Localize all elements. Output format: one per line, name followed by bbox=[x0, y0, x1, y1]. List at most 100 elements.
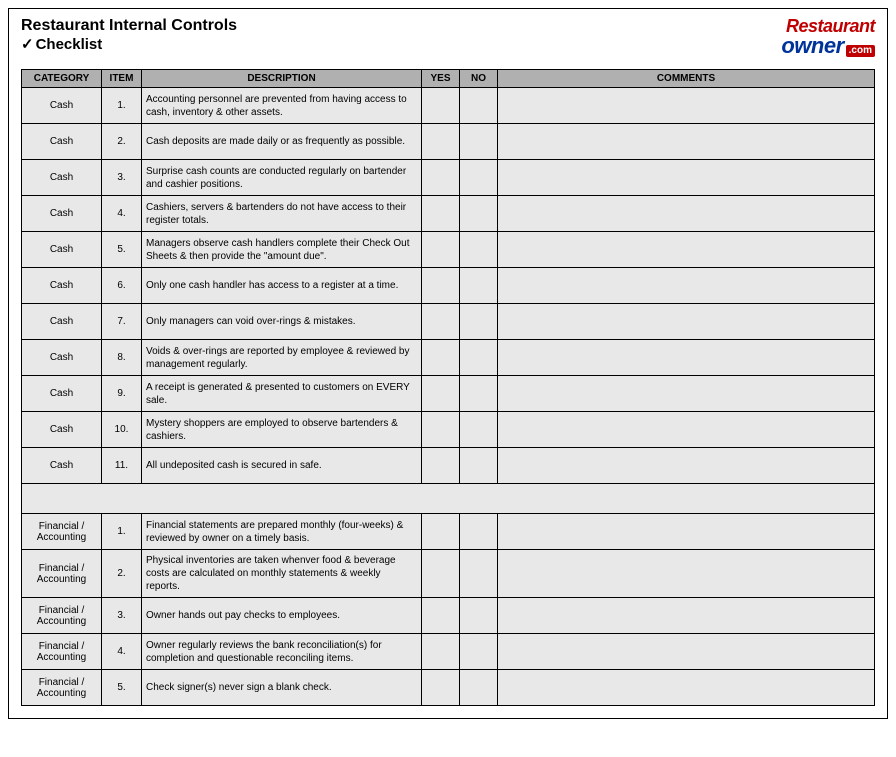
cell-yes[interactable] bbox=[422, 670, 460, 706]
checklist-table: CATEGORY ITEM DESCRIPTION YES NO COMMENT… bbox=[21, 69, 875, 706]
page-border: Restaurant Internal Controls ✓ Checklist… bbox=[8, 8, 888, 719]
cell-description: Owner hands out pay checks to employees. bbox=[142, 598, 422, 634]
table-row: Cash6.Only one cash handler has access t… bbox=[22, 268, 875, 304]
cell-comments[interactable] bbox=[498, 124, 875, 160]
cell-comments[interactable] bbox=[498, 304, 875, 340]
cell-category: Cash bbox=[22, 340, 102, 376]
cell-yes[interactable] bbox=[422, 124, 460, 160]
cell-item: 2. bbox=[102, 124, 142, 160]
col-header-yes: YES bbox=[422, 70, 460, 88]
cell-yes[interactable] bbox=[422, 88, 460, 124]
cell-yes[interactable] bbox=[422, 634, 460, 670]
cell-no[interactable] bbox=[460, 88, 498, 124]
cell-comments[interactable] bbox=[498, 634, 875, 670]
title-checklist: Checklist bbox=[36, 36, 103, 53]
table-header-row: CATEGORY ITEM DESCRIPTION YES NO COMMENT… bbox=[22, 70, 875, 88]
cell-comments[interactable] bbox=[498, 232, 875, 268]
cell-category: Cash bbox=[22, 124, 102, 160]
cell-no[interactable] bbox=[460, 196, 498, 232]
cell-yes[interactable] bbox=[422, 550, 460, 598]
cell-no[interactable] bbox=[460, 304, 498, 340]
cell-category: Cash bbox=[22, 376, 102, 412]
cell-yes[interactable] bbox=[422, 376, 460, 412]
cell-no[interactable] bbox=[460, 448, 498, 484]
cell-description: A receipt is generated & presented to cu… bbox=[142, 376, 422, 412]
cell-category: Cash bbox=[22, 160, 102, 196]
cell-item: 1. bbox=[102, 514, 142, 550]
cell-no[interactable] bbox=[460, 232, 498, 268]
cell-yes[interactable] bbox=[422, 196, 460, 232]
cell-no[interactable] bbox=[460, 412, 498, 448]
cell-yes[interactable] bbox=[422, 412, 460, 448]
table-row: Financial / Accounting4.Owner regularly … bbox=[22, 634, 875, 670]
cell-description: Financial statements are prepared monthl… bbox=[142, 514, 422, 550]
cell-no[interactable] bbox=[460, 550, 498, 598]
cell-description: Owner regularly reviews the bank reconci… bbox=[142, 634, 422, 670]
cell-no[interactable] bbox=[460, 514, 498, 550]
cell-item: 3. bbox=[102, 598, 142, 634]
spacer-row bbox=[22, 484, 875, 514]
cell-yes[interactable] bbox=[422, 448, 460, 484]
cell-item: 8. bbox=[102, 340, 142, 376]
cell-comments[interactable] bbox=[498, 340, 875, 376]
cell-item: 7. bbox=[102, 304, 142, 340]
cell-category: Financial / Accounting bbox=[22, 670, 102, 706]
cell-comments[interactable] bbox=[498, 196, 875, 232]
cell-comments[interactable] bbox=[498, 88, 875, 124]
cell-comments[interactable] bbox=[498, 550, 875, 598]
cell-yes[interactable] bbox=[422, 598, 460, 634]
header: Restaurant Internal Controls ✓ Checklist… bbox=[21, 17, 875, 57]
cell-item: 3. bbox=[102, 160, 142, 196]
cell-no[interactable] bbox=[460, 634, 498, 670]
cell-no[interactable] bbox=[460, 670, 498, 706]
table-row: Cash9.A receipt is generated & presented… bbox=[22, 376, 875, 412]
cell-no[interactable] bbox=[460, 598, 498, 634]
logo-owner: owner bbox=[781, 35, 843, 57]
cell-comments[interactable] bbox=[498, 448, 875, 484]
table-row: Cash3.Surprise cash counts are conducted… bbox=[22, 160, 875, 196]
cell-comments[interactable] bbox=[498, 160, 875, 196]
cell-no[interactable] bbox=[460, 376, 498, 412]
cell-yes[interactable] bbox=[422, 304, 460, 340]
cell-comments[interactable] bbox=[498, 268, 875, 304]
cell-yes[interactable] bbox=[422, 268, 460, 304]
cell-description: Cash deposits are made daily or as frequ… bbox=[142, 124, 422, 160]
cell-item: 9. bbox=[102, 376, 142, 412]
table-row: Financial / Accounting2.Physical invento… bbox=[22, 550, 875, 598]
cell-yes[interactable] bbox=[422, 232, 460, 268]
cell-description: Check signer(s) never sign a blank check… bbox=[142, 670, 422, 706]
table-row: Cash4.Cashiers, servers & bartenders do … bbox=[22, 196, 875, 232]
cell-comments[interactable] bbox=[498, 670, 875, 706]
checkmark-icon: ✓ bbox=[21, 35, 34, 53]
table-row: Cash7.Only managers can void over-rings … bbox=[22, 304, 875, 340]
col-header-item: ITEM bbox=[102, 70, 142, 88]
cell-description: All undeposited cash is secured in safe. bbox=[142, 448, 422, 484]
cell-category: Cash bbox=[22, 232, 102, 268]
cell-item: 5. bbox=[102, 670, 142, 706]
cell-yes[interactable] bbox=[422, 514, 460, 550]
cell-yes[interactable] bbox=[422, 160, 460, 196]
col-header-comments: COMMENTS bbox=[498, 70, 875, 88]
cell-item: 6. bbox=[102, 268, 142, 304]
cell-item: 2. bbox=[102, 550, 142, 598]
cell-item: 4. bbox=[102, 634, 142, 670]
cell-comments[interactable] bbox=[498, 412, 875, 448]
cell-item: 10. bbox=[102, 412, 142, 448]
cell-item: 11. bbox=[102, 448, 142, 484]
cell-no[interactable] bbox=[460, 160, 498, 196]
cell-description: Accounting personnel are prevented from … bbox=[142, 88, 422, 124]
cell-description: Only one cash handler has access to a re… bbox=[142, 268, 422, 304]
cell-category: Cash bbox=[22, 304, 102, 340]
cell-comments[interactable] bbox=[498, 376, 875, 412]
cell-no[interactable] bbox=[460, 124, 498, 160]
cell-comments[interactable] bbox=[498, 598, 875, 634]
cell-comments[interactable] bbox=[498, 514, 875, 550]
cell-no[interactable] bbox=[460, 268, 498, 304]
cell-category: Cash bbox=[22, 268, 102, 304]
table-row bbox=[22, 484, 875, 514]
cell-yes[interactable] bbox=[422, 340, 460, 376]
cell-category: Financial / Accounting bbox=[22, 550, 102, 598]
cell-description: Managers observe cash handlers complete … bbox=[142, 232, 422, 268]
title-line1: Restaurant Internal Controls bbox=[21, 17, 237, 35]
cell-no[interactable] bbox=[460, 340, 498, 376]
